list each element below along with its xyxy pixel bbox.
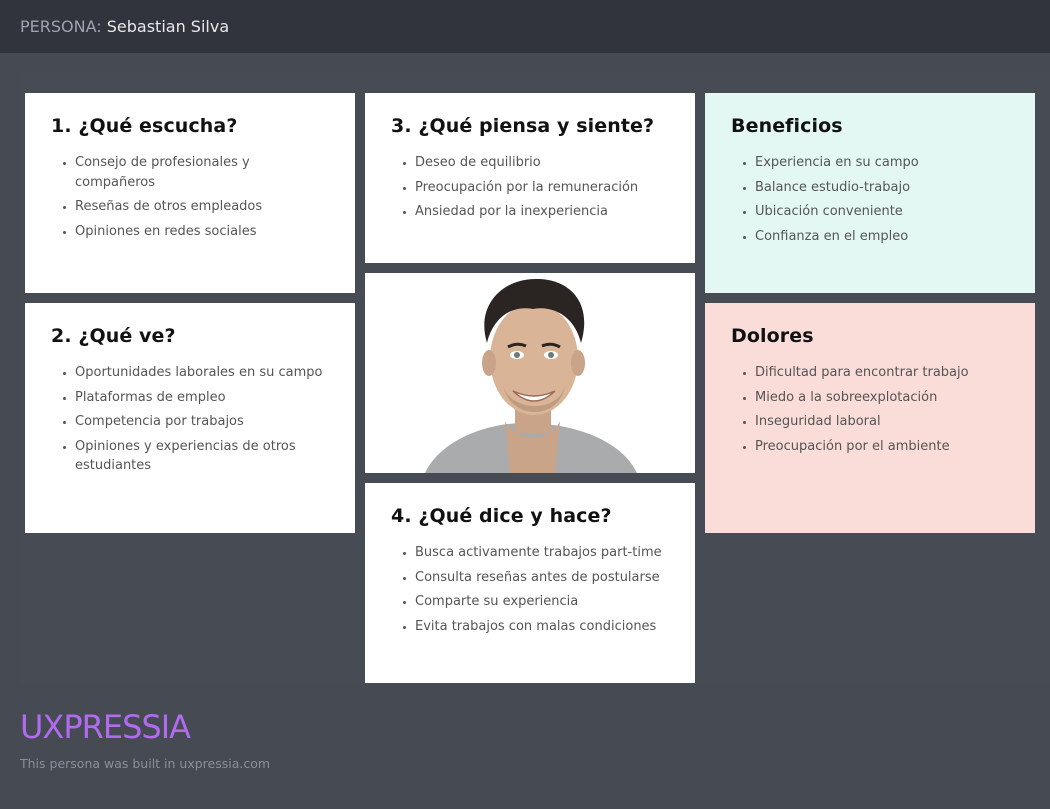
persona-photo [365, 273, 695, 473]
list-item: Competencia por trabajos [75, 412, 329, 432]
list-item: Busca activamente trabajos part-time [415, 543, 669, 563]
list-item: Balance estudio-trabajo [755, 178, 1009, 198]
card-title: 2. ¿Qué ve? [51, 325, 176, 347]
card-gains: Beneficios Experiencia en su campo Balan… [705, 93, 1035, 293]
card-title: 3. ¿Qué piensa y siente? [391, 115, 655, 137]
card-hears: 1. ¿Qué escucha? Consejo de profesionale… [25, 93, 355, 293]
list-item: Consejo de profesionales y compañeros [75, 153, 329, 192]
footer-note: This persona was built in uxpressia.com [20, 756, 271, 771]
card-list: Oportunidades laborales en su campo Plat… [51, 363, 329, 476]
persona-name: Sebastian Silva [106, 17, 230, 36]
list-item: Inseguridad laboral [755, 412, 1009, 432]
card-title: Dolores [731, 325, 814, 347]
card-list: Busca activamente trabajos part-time Con… [391, 543, 669, 636]
card-title: 1. ¿Qué escucha? [51, 115, 238, 137]
card-thinks: 3. ¿Qué piensa y siente? Deseo de equili… [365, 93, 695, 263]
persona-label: PERSONA: [20, 17, 102, 36]
avatar [365, 273, 695, 473]
card-title: 4. ¿Qué dice y hace? [391, 505, 612, 527]
card-title: Beneficios [731, 115, 843, 137]
list-item: Deseo de equilibrio [415, 153, 669, 173]
card-list: Deseo de equilibrio Preocupación por la … [391, 153, 669, 222]
list-item: Dificultad para encontrar trabajo [755, 363, 1009, 383]
list-item: Confianza en el empleo [755, 227, 1009, 247]
list-item: Comparte su experiencia [415, 592, 669, 612]
list-item: Opiniones en redes sociales [75, 222, 329, 242]
card-says: 4. ¿Qué dice y hace? Busca activamente t… [365, 483, 695, 683]
card-pains: Dolores Dificultad para encontrar trabaj… [705, 303, 1035, 533]
list-item: Evita trabajos con malas condiciones [415, 617, 669, 637]
card-list: Experiencia en su campo Balance estudio-… [731, 153, 1009, 246]
list-item: Oportunidades laborales en su campo [75, 363, 329, 383]
uxpressia-logo[interactable]: UXPRESSIA [20, 708, 191, 746]
header-bar: PERSONA: Sebastian Silva [0, 0, 1050, 53]
list-item: Miedo a la sobreexplotación [755, 388, 1009, 408]
card-list: Dificultad para encontrar trabajo Miedo … [731, 363, 1009, 456]
list-item: Reseñas de otros empleados [75, 197, 329, 217]
list-item: Opiniones y experiencias de otros estudi… [75, 437, 329, 476]
list-item: Ansiedad por la inexperiencia [415, 202, 669, 222]
list-item: Preocupación por la remuneración [415, 178, 669, 198]
card-sees: 2. ¿Qué ve? Oportunidades laborales en s… [25, 303, 355, 533]
list-item: Ubicación conveniente [755, 202, 1009, 222]
list-item: Preocupación por el ambiente [755, 437, 1009, 457]
list-item: Consulta reseñas antes de postularse [415, 568, 669, 588]
list-item: Experiencia en su campo [755, 153, 1009, 173]
card-list: Consejo de profesionales y compañeros Re… [51, 153, 329, 241]
list-item: Plataformas de empleo [75, 388, 329, 408]
